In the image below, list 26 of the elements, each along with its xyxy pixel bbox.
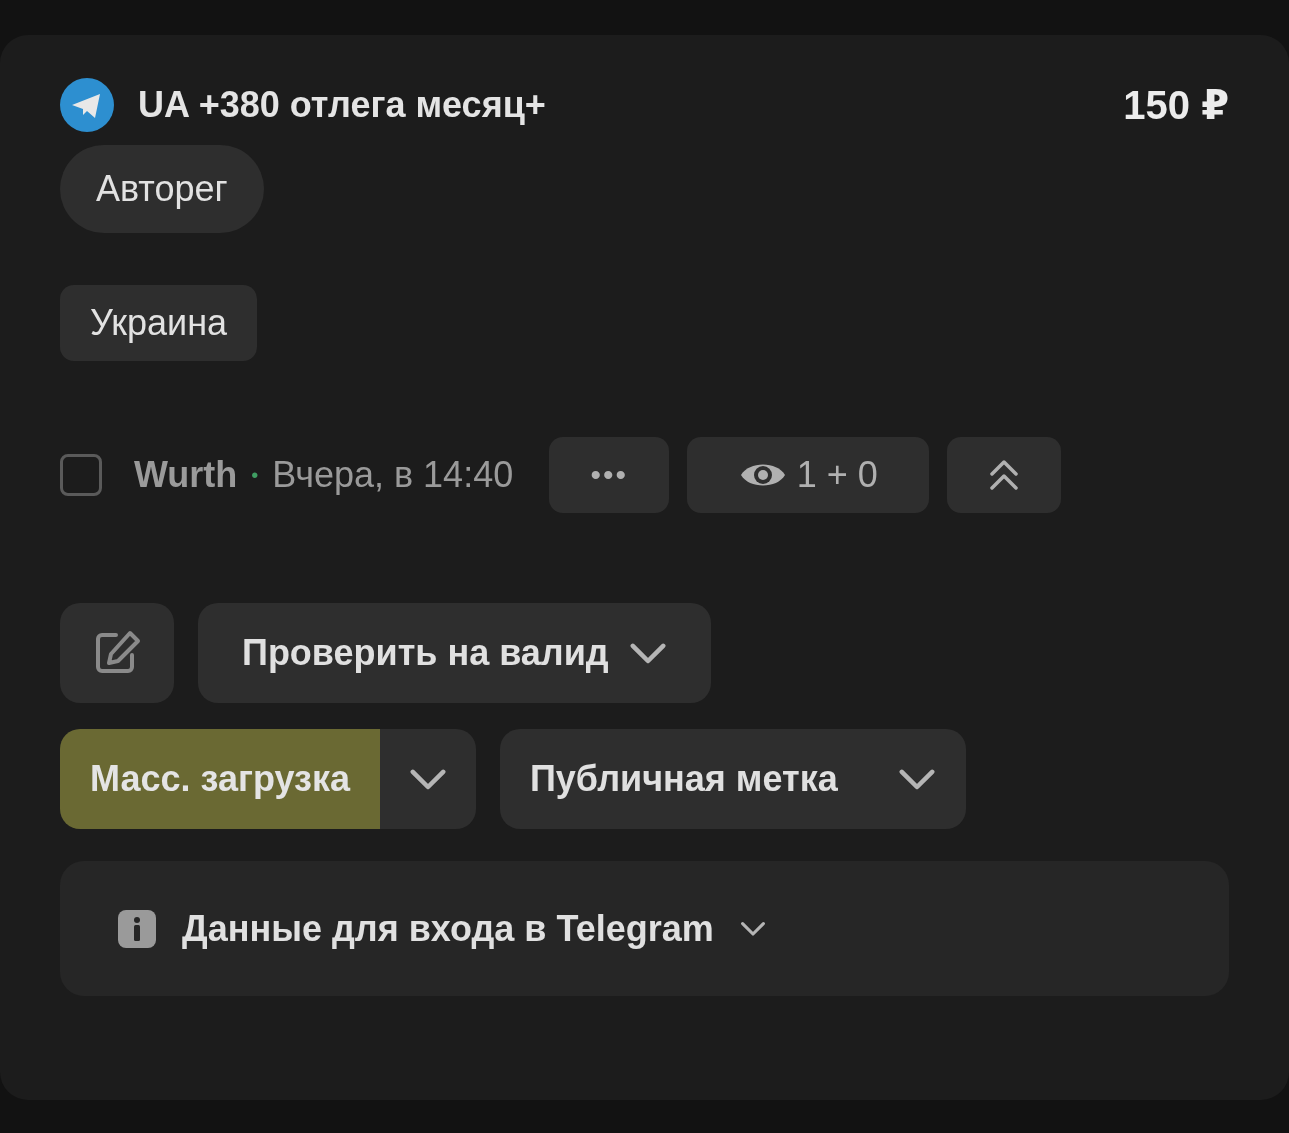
timestamp: Вчера, в 14:40 [272,454,514,496]
more-button[interactable]: ••• [549,437,670,513]
listing-title: UA +380 отлега месяц+ [138,84,547,126]
chevron-down-icon [628,641,667,665]
tag: Авторег [60,145,264,233]
tag: Украина [60,285,258,361]
mass-upload-button[interactable]: Масс. загрузка [60,729,380,829]
double-chevron-up-icon [988,458,1021,492]
views-count: 1 + 0 [796,454,878,496]
checkbox[interactable] [60,454,102,496]
login-data-panel[interactable]: Данные для входа в Telegram [60,861,1229,996]
raise-button[interactable] [947,437,1062,513]
paper-plane-icon [60,78,114,132]
chevron-down-icon [408,767,447,791]
mass-upload-dropdown[interactable] [379,729,476,829]
views-button[interactable]: 1 + 0 [687,437,930,513]
check-validity-button[interactable]: Проверить на валид [198,603,711,703]
info-icon [118,909,156,948]
public-tag-dropdown[interactable]: Публичная метка [499,729,966,829]
login-data-label: Данные для входа в Telegram [182,907,714,950]
status-dot: • [251,463,259,487]
edit-button[interactable] [60,603,174,703]
author-name[interactable]: Wurth [134,454,238,496]
price: 150 ₽ [1123,82,1229,128]
chevron-down-icon [739,920,766,937]
chevron-down-icon [897,767,936,791]
